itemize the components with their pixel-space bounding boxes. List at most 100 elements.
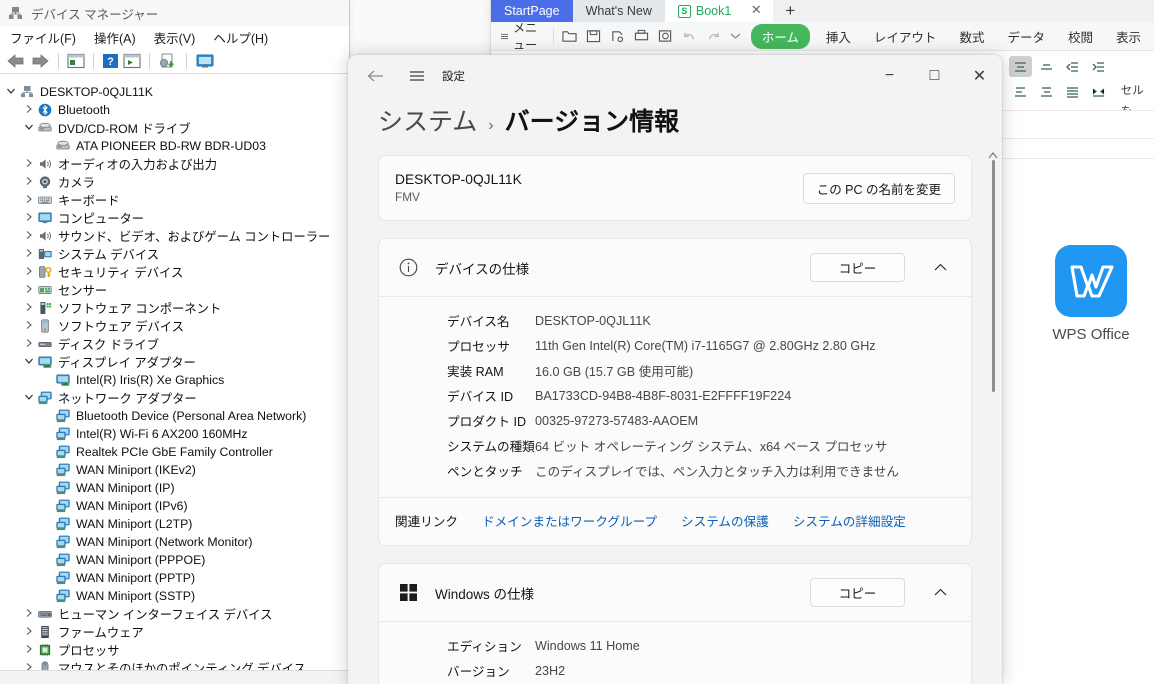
- wps-tab-startpage[interactable]: StartPage: [491, 0, 573, 22]
- save-as-icon[interactable]: [610, 26, 625, 46]
- device-tree-item[interactable]: ファームウェア: [0, 623, 349, 641]
- align-left-icon[interactable]: [1009, 81, 1032, 102]
- customize-chevron-icon[interactable]: [730, 26, 742, 46]
- device-tree-item[interactable]: Bluetooth: [0, 101, 349, 119]
- chevron-right-icon[interactable]: [22, 158, 36, 170]
- device-spec-header[interactable]: デバイスの仕様 コピー: [379, 239, 971, 296]
- align-top-icon[interactable]: [1009, 56, 1032, 77]
- device-tree-item[interactable]: WAN Miniport (PPTP): [0, 569, 349, 587]
- copy-windows-spec-button[interactable]: コピー: [810, 578, 905, 607]
- device-tree-item[interactable]: Intel(R) Wi-Fi 6 AX200 160MHz: [0, 425, 349, 443]
- windows-spec-header[interactable]: Windows の仕様 コピー: [379, 564, 971, 621]
- back-arrow-icon[interactable]: [6, 53, 26, 69]
- help-icon[interactable]: ?: [102, 53, 119, 69]
- chevron-right-icon[interactable]: [22, 176, 36, 188]
- device-tree-item[interactable]: プロセッサ: [0, 641, 349, 659]
- device-tree-item[interactable]: ソフトウェア コンポーネント: [0, 299, 349, 317]
- chevron-right-icon[interactable]: [22, 338, 36, 350]
- device-tree-item[interactable]: ディスプレイ アダプター: [0, 353, 349, 371]
- scan-icon[interactable]: [123, 53, 141, 69]
- link-domain-or-workgroup[interactable]: ドメインまたはワークグループ: [482, 511, 657, 530]
- copy-device-spec-button[interactable]: コピー: [810, 253, 905, 282]
- menu-view[interactable]: 表示(V): [154, 28, 196, 47]
- update-driver-icon[interactable]: [158, 53, 178, 69]
- device-tree-item[interactable]: Intel(R) Iris(R) Xe Graphics: [0, 371, 349, 389]
- chevron-right-icon[interactable]: [22, 608, 36, 620]
- align-middle-icon[interactable]: [1035, 56, 1058, 77]
- forward-arrow-icon[interactable]: [30, 53, 50, 69]
- properties-icon[interactable]: [67, 53, 85, 69]
- desktop-shortcut-wps-office[interactable]: WPS Office: [1043, 245, 1139, 343]
- maximize-button[interactable]: □: [912, 55, 957, 96]
- ribbon-tab-view[interactable]: 表示: [1109, 25, 1148, 48]
- chevron-right-icon[interactable]: [22, 284, 36, 296]
- device-tree-item[interactable]: ATA PIONEER BD-RW BDR-UD03: [0, 137, 349, 155]
- align-right-icon[interactable]: [1061, 81, 1084, 102]
- chevron-right-icon[interactable]: [22, 266, 36, 278]
- device-tree-item[interactable]: セキュリティ デバイス: [0, 263, 349, 281]
- merge-center-icon[interactable]: [1087, 81, 1110, 102]
- close-button[interactable]: ✕: [957, 55, 1002, 96]
- device-tree[interactable]: DESKTOP-0QJL11K Bluetooth DVD/CD-ROM ドライブ A…: [0, 80, 349, 670]
- chevron-right-icon[interactable]: [22, 320, 36, 332]
- chevron-right-icon[interactable]: [22, 230, 36, 242]
- ribbon-tab-insert[interactable]: 挿入: [819, 25, 858, 48]
- device-tree-item[interactable]: コンピューター: [0, 209, 349, 227]
- align-center-icon[interactable]: [1035, 81, 1058, 102]
- back-arrow-icon[interactable]: [362, 63, 388, 89]
- new-tab-button[interactable]: +: [773, 0, 807, 22]
- device-tree-item[interactable]: オーディオの入力および出力: [0, 155, 349, 173]
- settings-scroll-area[interactable]: DESKTOP-0QJL11K FMV この PC の名前を変更 デバイスの仕様…: [348, 155, 1002, 684]
- menu-action[interactable]: 操作(A): [94, 28, 136, 47]
- menu-file[interactable]: ファイル(F): [10, 28, 76, 47]
- ribbon-tab-review[interactable]: 校閲: [1061, 25, 1100, 48]
- chevron-right-icon[interactable]: [22, 302, 36, 314]
- device-tree-item[interactable]: Bluetooth Device (Personal Area Network): [0, 407, 349, 425]
- device-tree-item[interactable]: キーボード: [0, 191, 349, 209]
- link-system-protection[interactable]: システムの保護: [681, 511, 769, 530]
- device-tree-item[interactable]: センサー: [0, 281, 349, 299]
- breadcrumb-parent[interactable]: システム: [378, 102, 477, 138]
- chevron-right-icon[interactable]: [22, 248, 36, 260]
- wps-menu-button[interactable]: メニュー: [497, 19, 544, 53]
- chevron-up-icon[interactable]: [925, 253, 955, 282]
- device-tree-item[interactable]: WAN Miniport (PPPOE): [0, 551, 349, 569]
- menu-help[interactable]: ヘルプ(H): [213, 28, 268, 47]
- wps-tab-whats-new[interactable]: What's New: [572, 0, 665, 22]
- chevron-right-icon[interactable]: [22, 194, 36, 206]
- chevron-right-icon[interactable]: [22, 212, 36, 224]
- print-preview-icon[interactable]: [658, 26, 673, 46]
- device-tree-item[interactable]: WAN Miniport (SSTP): [0, 587, 349, 605]
- chevron-down-icon[interactable]: [22, 123, 36, 133]
- print-icon[interactable]: [634, 26, 649, 46]
- device-tree-item[interactable]: ネットワーク アダプター: [0, 389, 349, 407]
- device-tree-item[interactable]: DVD/CD-ROM ドライブ: [0, 119, 349, 137]
- chevron-up-icon[interactable]: [925, 578, 955, 607]
- settings-scrollbar-thumb[interactable]: [992, 160, 995, 392]
- device-tree-item[interactable]: マウスとそのほかのポインティング デバイス: [0, 659, 349, 670]
- device-tree-item[interactable]: DESKTOP-0QJL11K: [0, 83, 349, 101]
- scrollbar-up-arrow-icon[interactable]: [988, 151, 998, 160]
- device-tree-item[interactable]: WAN Miniport (L2TP): [0, 515, 349, 533]
- device-tree-item[interactable]: WAN Miniport (IKEv2): [0, 461, 349, 479]
- ribbon-tab-layout[interactable]: レイアウト: [867, 25, 944, 48]
- redo-icon[interactable]: [706, 26, 721, 46]
- device-tree-item[interactable]: サウンド、ビデオ、およびゲーム コントローラー: [0, 227, 349, 245]
- close-icon[interactable]: ✕: [749, 3, 763, 17]
- device-tree-item[interactable]: WAN Miniport (IP): [0, 479, 349, 497]
- chevron-down-icon[interactable]: [4, 87, 18, 97]
- ribbon-tab-home[interactable]: ホーム: [750, 23, 810, 49]
- rename-pc-button[interactable]: この PC の名前を変更: [802, 172, 955, 204]
- device-tree-item[interactable]: ソフトウェア デバイス: [0, 317, 349, 335]
- minimize-button[interactable]: −: [867, 55, 912, 96]
- device-tree-item[interactable]: WAN Miniport (IPv6): [0, 497, 349, 515]
- undo-icon[interactable]: [682, 26, 697, 46]
- device-tree-item[interactable]: WAN Miniport (Network Monitor): [0, 533, 349, 551]
- chevron-right-icon[interactable]: [22, 104, 36, 116]
- ribbon-tab-data[interactable]: データ: [1000, 25, 1052, 48]
- chevron-right-icon[interactable]: [22, 644, 36, 656]
- save-icon[interactable]: [586, 26, 601, 46]
- increase-indent-icon[interactable]: [1087, 56, 1110, 77]
- open-folder-icon[interactable]: [562, 26, 577, 46]
- link-advanced-system-settings[interactable]: システムの詳細設定: [793, 511, 906, 530]
